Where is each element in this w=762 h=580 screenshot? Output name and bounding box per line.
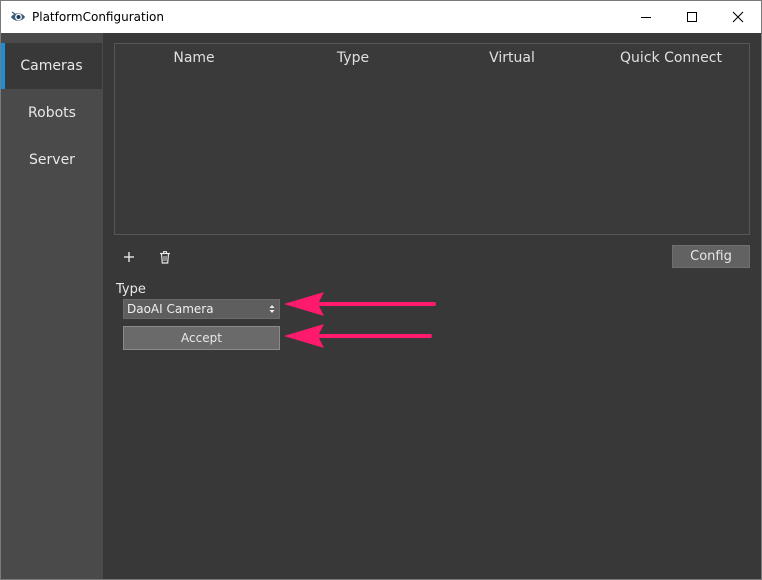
- window-title: PlatformConfiguration: [32, 10, 164, 24]
- plus-icon: [124, 252, 134, 262]
- trash-icon: [160, 250, 170, 264]
- minimize-button[interactable]: [623, 1, 669, 33]
- sidebar-item-label: Robots: [28, 105, 76, 121]
- sidebar-item-cameras[interactable]: Cameras: [1, 43, 102, 89]
- maximize-button[interactable]: [669, 1, 715, 33]
- annotation-arrow-icon: [284, 324, 432, 348]
- sidebar-item-robots[interactable]: Robots: [1, 90, 103, 136]
- annotation-arrow-icon: [284, 292, 436, 316]
- camera-type-select[interactable]: DaoAI Camera: [123, 299, 280, 319]
- close-icon: [732, 11, 744, 23]
- camera-type-value: DaoAI Camera: [127, 302, 214, 316]
- add-camera-button[interactable]: [121, 249, 137, 265]
- sidebar-item-label: Cameras: [20, 58, 83, 74]
- sidebar: Cameras Robots Server: [1, 33, 103, 579]
- updown-arrows-icon: [269, 305, 275, 313]
- config-button[interactable]: Config: [672, 245, 750, 268]
- delete-camera-button[interactable]: [157, 249, 173, 265]
- sidebar-item-label: Server: [29, 152, 75, 168]
- column-header-type[interactable]: Type: [278, 50, 428, 66]
- minimize-icon: [641, 17, 651, 18]
- close-button[interactable]: [715, 1, 761, 33]
- column-header-name[interactable]: Name: [119, 50, 269, 66]
- column-header-virtual[interactable]: Virtual: [437, 50, 587, 66]
- platform-configuration-window: PlatformConfiguration Cameras Robots Ser…: [0, 0, 762, 580]
- title-bar[interactable]: PlatformConfiguration: [1, 1, 761, 33]
- sidebar-item-server[interactable]: Server: [1, 137, 103, 183]
- app-eye-icon: [10, 9, 26, 25]
- type-label: Type: [116, 282, 146, 297]
- accept-button[interactable]: Accept: [123, 326, 280, 350]
- cameras-table[interactable]: Name Type Virtual Quick Connect: [114, 43, 750, 235]
- column-header-quick-connect[interactable]: Quick Connect: [596, 50, 746, 66]
- maximize-icon: [687, 12, 697, 22]
